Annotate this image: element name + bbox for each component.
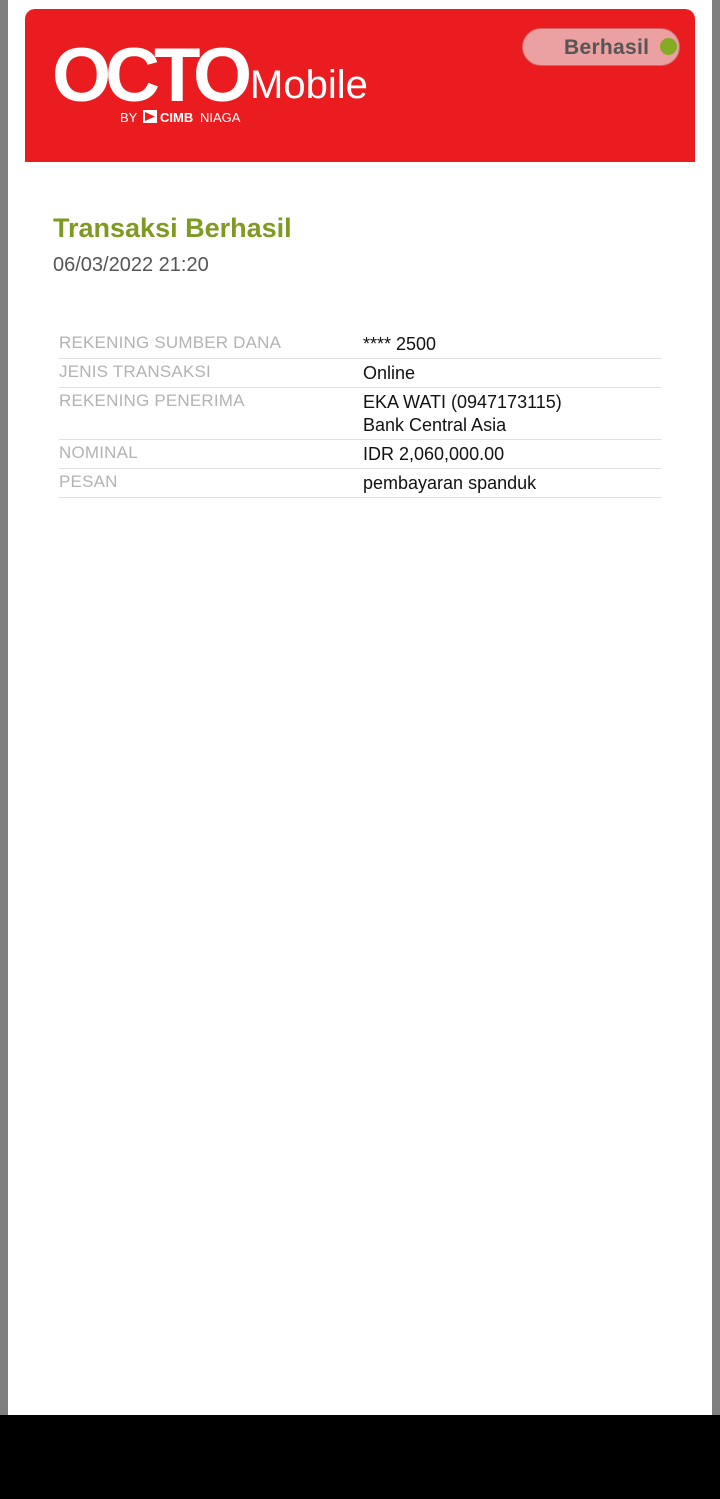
detail-label: REKENING PENERIMA bbox=[59, 391, 245, 410]
detail-label: NOMINAL bbox=[59, 443, 138, 462]
transaction-details: REKENING SUMBER DANA **** 2500 JENIS TRA… bbox=[59, 330, 662, 498]
detail-row-transaction-type: JENIS TRANSAKSI Online bbox=[59, 359, 662, 388]
logo-byline-suffix: NIAGA bbox=[200, 110, 241, 125]
detail-row-recipient-account: REKENING PENERIMA EKA WATI (0947173115) … bbox=[59, 388, 662, 440]
logo-byline-bank: CIMB bbox=[160, 110, 193, 125]
transaction-title: Transaksi Berhasil bbox=[53, 213, 292, 243]
status-label: Berhasil bbox=[564, 36, 650, 59]
logo-byline-prefix: BY bbox=[120, 110, 138, 125]
detail-row-source-account: REKENING SUMBER DANA **** 2500 bbox=[59, 330, 662, 359]
transaction-datetime: 06/03/2022 21:20 bbox=[53, 254, 209, 276]
detail-label: JENIS TRANSAKSI bbox=[59, 362, 211, 381]
detail-label: PESAN bbox=[59, 472, 118, 491]
detail-value: pembayaran spanduk bbox=[363, 473, 537, 493]
logo-brand: OCTO bbox=[52, 39, 249, 118]
detail-label: REKENING SUMBER DANA bbox=[59, 333, 282, 352]
detail-value: **** 2500 bbox=[363, 334, 437, 354]
detail-value: EKA WATI (0947173115) bbox=[363, 392, 562, 412]
detail-row-amount: NOMINAL IDR 2,060,000.00 bbox=[59, 440, 662, 469]
detail-row-message: PESAN pembayaran spanduk bbox=[59, 469, 662, 498]
status-dot-icon bbox=[660, 38, 677, 55]
detail-value: IDR 2,060,000.00 bbox=[363, 444, 505, 464]
octo-mobile-logo: OCTO Mobile BY CIMB NIAGA bbox=[52, 39, 368, 125]
logo-product: Mobile bbox=[250, 63, 368, 107]
detail-value: Online bbox=[363, 363, 416, 383]
status-badge: Berhasil bbox=[522, 28, 680, 66]
system-navigation-bar bbox=[0, 1415, 720, 1499]
app-header: OCTO Mobile BY CIMB NIAGA Berhasil bbox=[25, 9, 695, 162]
detail-value-bank: Bank Central Asia bbox=[363, 415, 507, 435]
